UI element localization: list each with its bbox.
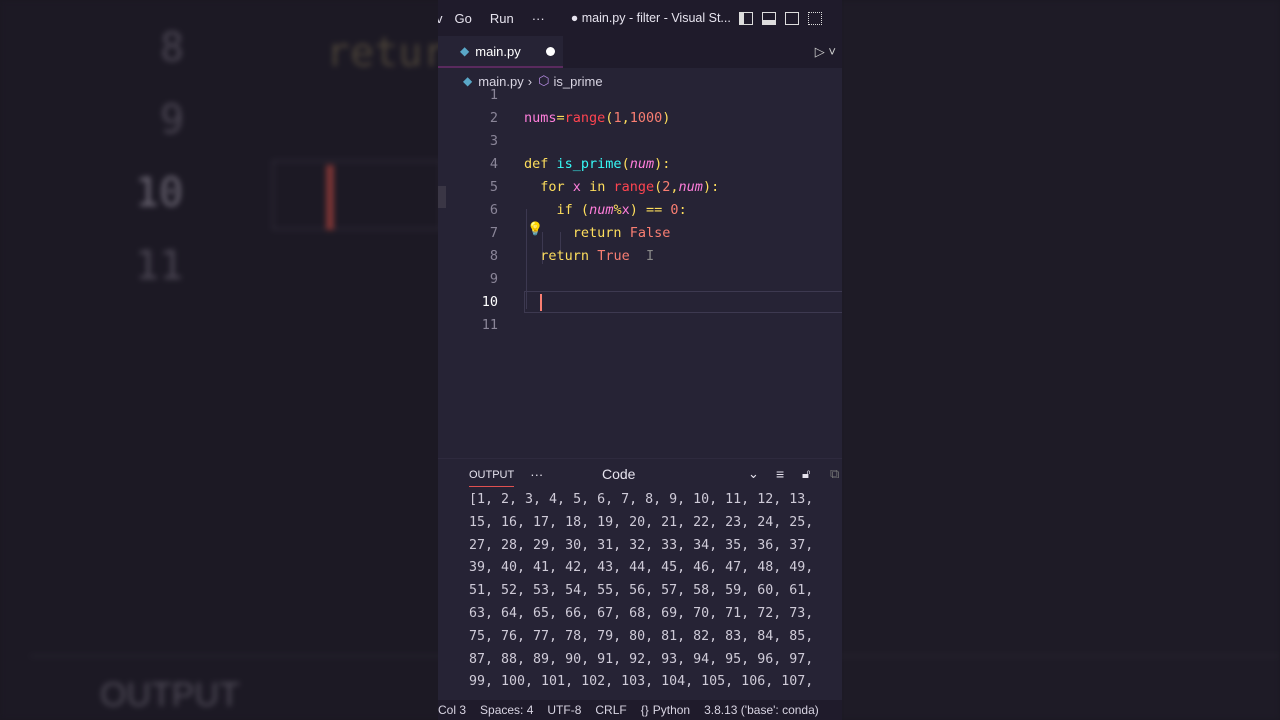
line-number: 4 <box>489 156 498 172</box>
status-bar: Col 3 Spaces: 4 UTF-8 CRLF {} Python 3.8… <box>438 700 842 720</box>
line-number: 7 <box>489 225 498 241</box>
customize-layout-icon[interactable] <box>807 11 822 25</box>
bg-line-number: 9 <box>160 97 185 143</box>
braces-icon[interactable]: {} <box>641 703 649 717</box>
menu-run[interactable]: Run <box>490 11 514 26</box>
line-number: 3 <box>489 133 498 149</box>
panel-more-button[interactable]: ··· <box>530 467 543 482</box>
tab-output[interactable]: OUTPUT <box>469 461 515 487</box>
code-line: nums=range(1,1000) <box>524 110 671 126</box>
output-line: 75, 76, 77, 78, 79, 80, 81, 82, 83, 84, … <box>469 628 814 644</box>
toggle-sidebar-icon[interactable] <box>738 11 753 25</box>
status-indentation[interactable]: Spaces: 4 <box>480 703 533 717</box>
line-number: 11 <box>481 317 498 333</box>
title-bar: v Go Run ··· ● main.py - filter - Visual… <box>438 0 842 36</box>
bg-code-fragment: retur <box>326 30 447 76</box>
clear-output-icon[interactable]: ≡ <box>776 466 784 482</box>
menu-more[interactable]: ··· <box>532 11 545 26</box>
code-line: return False <box>572 225 671 241</box>
line-number: 9 <box>489 271 498 287</box>
output-line: 27, 28, 29, 30, 31, 32, 33, 34, 35, 36, … <box>469 537 814 553</box>
tab-main-py[interactable]: ◆ main.py <box>438 36 563 68</box>
status-cursor-position[interactable]: Col 3 <box>438 703 466 717</box>
status-eol[interactable]: CRLF <box>595 703 626 717</box>
output-channel-select[interactable]: Code <box>602 466 635 482</box>
output-line: 15, 16, 17, 18, 19, 20, 21, 22, 23, 24, … <box>469 514 814 530</box>
menu-view[interactable]: v <box>438 11 443 26</box>
code-editor[interactable]: 💡 1 2 nums=range(1,1000) 3 4 def is_prim… <box>438 87 842 454</box>
output-line: 39, 40, 41, 42, 43, 44, 45, 46, 47, 48, … <box>469 560 814 576</box>
line-number: 1 <box>489 87 498 103</box>
output-text: [1, 2, 3, 4, 5, 6, 7, 8, 9, 10, 11, 12, … <box>438 489 842 694</box>
code-line: def is_prime(num): <box>524 156 671 172</box>
bg-panel-label: OUTPUT <box>100 676 240 714</box>
bg-line-number: 10 <box>135 170 184 216</box>
output-line: [1, 2, 3, 4, 5, 6, 7, 8, 9, 10, 11, 12, … <box>469 492 814 507</box>
code-line: if (num%x) == 0: <box>556 202 687 218</box>
tab-label: main.py <box>475 43 521 59</box>
status-interpreter[interactable]: 3.8.13 ('base': conda) <box>704 703 819 717</box>
output-line: 51, 52, 53, 54, 55, 56, 57, 58, 59, 60, … <box>469 583 814 599</box>
line-number: 5 <box>489 179 498 195</box>
toggle-secondary-sidebar-icon[interactable] <box>784 11 799 25</box>
menu-go[interactable]: Go <box>455 11 472 26</box>
output-line: 87, 88, 89, 90, 91, 92, 93, 94, 95, 96, … <box>469 651 814 667</box>
output-panel: OUTPUT ··· Code ⌄ ≡ 🔓︎ ⧉ [1, 2, 3, 4, 5,… <box>438 458 842 700</box>
code-line: return True I <box>540 248 655 264</box>
unsaved-dot-icon[interactable] <box>546 46 555 56</box>
toggle-panel-icon[interactable] <box>761 11 776 25</box>
status-language[interactable]: Python <box>653 703 690 717</box>
chevron-down-icon[interactable]: ⌄ <box>748 466 759 482</box>
python-icon: ◆ <box>460 44 470 58</box>
line-number: 8 <box>489 248 498 264</box>
status-encoding[interactable]: UTF-8 <box>547 703 581 717</box>
line-number-active: 10 <box>481 294 498 310</box>
open-in-editor-icon[interactable]: ⧉ <box>830 466 839 482</box>
line-number: 2 <box>489 110 498 126</box>
bg-line-number: 11 <box>135 243 184 289</box>
tab-bar: ◆ main.py ▷ ˅ <box>438 36 842 68</box>
output-line: 99, 100, 101, 102, 103, 104, 105, 106, 1… <box>469 674 814 690</box>
bg-line-number: 8 <box>160 25 185 71</box>
output-line: 63, 64, 65, 66, 67, 68, 69, 70, 71, 72, … <box>469 605 814 621</box>
line-number: 6 <box>489 202 498 218</box>
run-button[interactable]: ▷ ˅ <box>815 44 836 60</box>
vscode-window: v Go Run ··· ● main.py - filter - Visual… <box>438 0 842 720</box>
window-title: ● main.py - filter - Visual St... <box>570 11 731 25</box>
code-line: for x in range(2,num): <box>540 179 720 195</box>
unlock-icon[interactable]: 🔓︎ <box>802 466 810 482</box>
